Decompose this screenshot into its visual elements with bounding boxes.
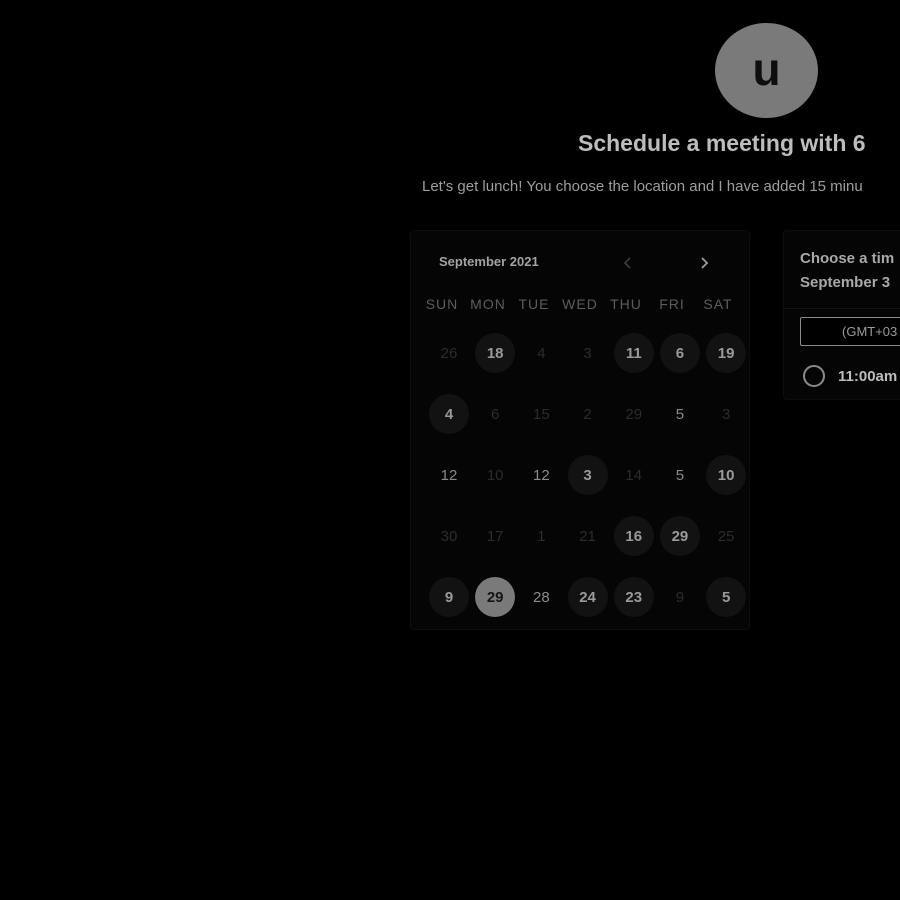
weekday-header: SUN MON TUE WED THU FRI SAT bbox=[419, 296, 741, 312]
time-slot-option[interactable]: 11:00am bbox=[803, 365, 897, 387]
calendar-day[interactable]: 6 bbox=[659, 333, 700, 373]
calendar-day-selected[interactable]: 29 bbox=[475, 577, 516, 617]
time-slot-label: 11:00am bbox=[838, 367, 898, 385]
calendar-day: 14 bbox=[625, 466, 643, 484]
calendar-day: 12 bbox=[440, 466, 458, 484]
chevron-left-icon bbox=[623, 257, 631, 269]
calendar-day: 9 bbox=[675, 588, 685, 606]
calendar-day: 5 bbox=[675, 405, 685, 423]
weekday-label: SUN bbox=[425, 296, 459, 312]
chevron-right-icon bbox=[701, 257, 709, 269]
page-title: Schedule a meeting with 6 bbox=[578, 130, 866, 156]
divider bbox=[784, 308, 900, 309]
calendar-day: 17 bbox=[486, 527, 504, 545]
calendar-day[interactable]: 9 bbox=[429, 577, 469, 617]
next-month-button[interactable] bbox=[692, 251, 716, 275]
time-slot-panel: Choose a tim September 3 (GMT+03 11:00am bbox=[783, 230, 900, 400]
calendar-day: 3 bbox=[721, 405, 731, 423]
weekday-label: THU bbox=[610, 296, 642, 312]
calendar-day[interactable]: 18 bbox=[475, 333, 516, 373]
calendar-day[interactable]: 24 bbox=[567, 577, 608, 617]
calendar-day: 15 bbox=[533, 405, 550, 423]
weekday-label: WED bbox=[562, 296, 598, 312]
calendar-day: 25 bbox=[717, 527, 735, 545]
event-description: Let's get lunch! You choose the location… bbox=[422, 178, 863, 195]
calendar-panel: September 2021 SUN MON TUE WED THU FRI S… bbox=[410, 230, 750, 630]
time-panel-heading: Choose a tim September 3 bbox=[800, 247, 894, 295]
weekday-label: TUE bbox=[518, 296, 550, 312]
choose-time-label: Choose a tim bbox=[800, 250, 895, 267]
calendar-day[interactable]: 23 bbox=[613, 577, 654, 617]
calendar-day: 30 bbox=[440, 527, 458, 545]
weekday-label: MON bbox=[470, 296, 506, 312]
calendar-day: 26 bbox=[440, 344, 458, 362]
calendar-day[interactable]: 5 bbox=[706, 577, 747, 617]
calendar-day: 12 bbox=[533, 466, 550, 484]
radio-button[interactable] bbox=[803, 365, 825, 387]
calendar-day: 5 bbox=[675, 466, 685, 484]
weekday-label: FRI bbox=[659, 296, 685, 312]
host-avatar: u bbox=[715, 23, 818, 118]
calendar-day: 21 bbox=[579, 527, 596, 545]
previous-month-button[interactable] bbox=[616, 251, 640, 275]
calendar-day: 6 bbox=[491, 405, 500, 423]
calendar-day[interactable]: 10 bbox=[706, 455, 747, 495]
calendar-month-label: September 2021 bbox=[439, 254, 539, 269]
weekday-label: SAT bbox=[703, 296, 733, 312]
calendar-day: 28 bbox=[533, 588, 550, 606]
calendar-day[interactable]: 29 bbox=[659, 516, 700, 556]
calendar-day[interactable]: 4 bbox=[429, 394, 469, 434]
calendar-day: 1 bbox=[537, 527, 546, 545]
calendar-day: 10 bbox=[486, 466, 504, 484]
calendar-days-grid: 26 18 4 3 11 6 19 4 6 15 2 29 5 3 12 10 12 3 14 5 10 30 17 1 21 1… bbox=[427, 333, 749, 638]
timezone-select[interactable]: (GMT+03 bbox=[800, 317, 900, 346]
calendar-day[interactable]: 3 bbox=[567, 455, 608, 495]
calendar-day: 29 bbox=[625, 405, 643, 423]
calendar-day[interactable]: 11 bbox=[613, 333, 654, 373]
avatar-initial: u bbox=[752, 42, 781, 95]
calendar-day: 3 bbox=[583, 344, 592, 362]
calendar-day[interactable]: 16 bbox=[613, 516, 654, 556]
selected-date-label: September 3 bbox=[800, 274, 891, 291]
calendar-day[interactable]: 19 bbox=[706, 333, 747, 373]
calendar-day: 4 bbox=[537, 344, 546, 362]
calendar-day: 2 bbox=[583, 405, 592, 423]
